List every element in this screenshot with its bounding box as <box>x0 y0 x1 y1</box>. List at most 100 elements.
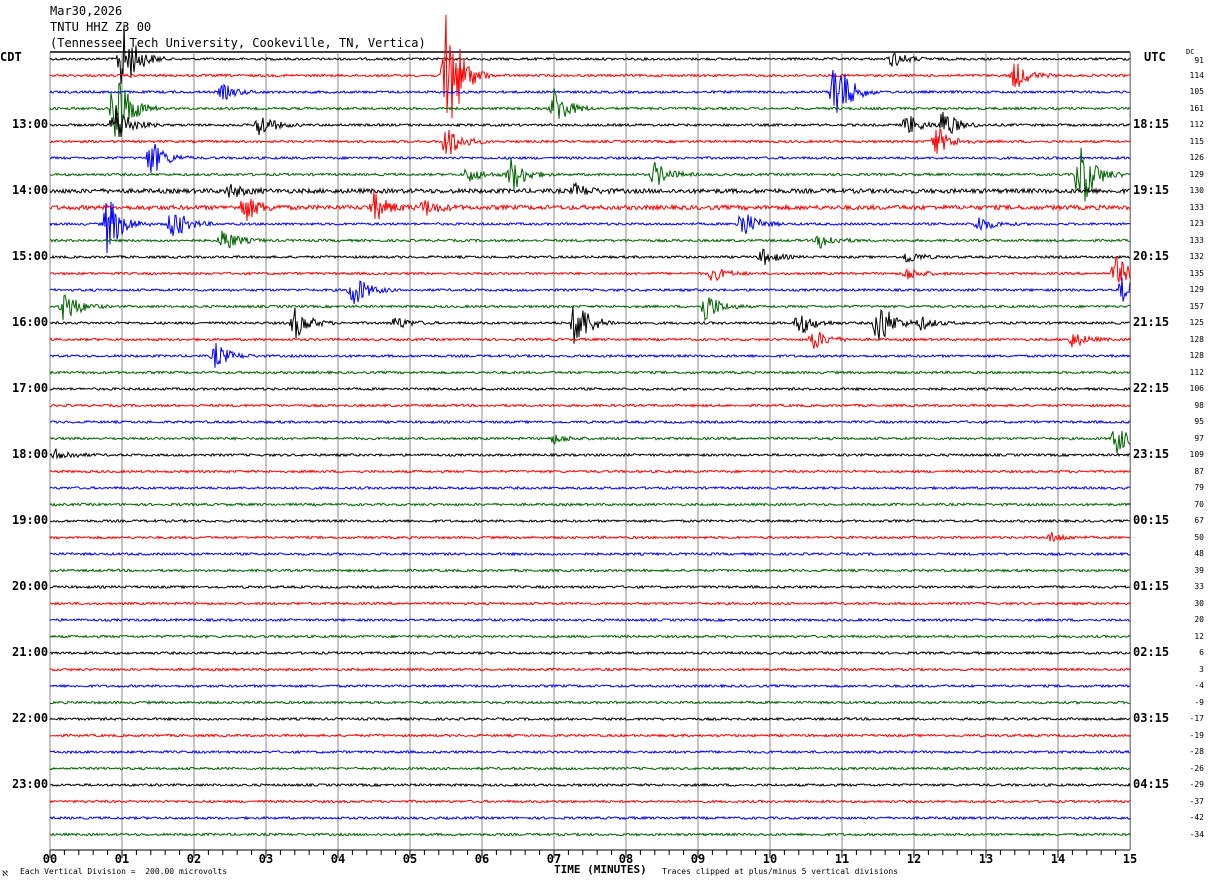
utc-hour-label: 19:15 <box>1133 183 1170 197</box>
dc-offset-value: 133 <box>1189 235 1204 245</box>
dc-offset-value: 123 <box>1189 219 1204 228</box>
dc-offset-value: -9 <box>1194 697 1204 707</box>
cdt-hour-label: 13:00 <box>12 117 49 131</box>
trace-row-22 <box>49 419 1131 425</box>
trace-row-38 <box>49 683 1131 689</box>
dc-offset-value: -29 <box>1189 780 1204 789</box>
corner-mark: ℵ <box>2 869 8 878</box>
dc-offset-value: -37 <box>1189 796 1204 806</box>
dc-offset-value: 129 <box>1189 169 1204 179</box>
helicorder-plot: 00 01 02 03 04 05 06 07 08 09 10 11 12 13 14 15 <box>43 14 1137 866</box>
dc-offset-value: 95 <box>1194 417 1204 426</box>
x-tick-label: 10 <box>763 852 777 866</box>
trace-row-34 <box>49 617 1131 623</box>
dc-offset-value: 112 <box>1189 367 1204 377</box>
dc-offset-value: -34 <box>1189 829 1204 839</box>
scale-note: Each Vertical Division = 200.00 microvol… <box>20 867 228 876</box>
utc-hour-label: 20:15 <box>1133 249 1170 263</box>
dc-offset-value: 3 <box>1199 664 1204 674</box>
x-tick-label: 11 <box>835 852 849 866</box>
dc-offset-value: 161 <box>1189 103 1204 113</box>
cdt-hour-label: 14:00 <box>12 183 49 197</box>
dc-offset-value: -42 <box>1189 813 1204 822</box>
trace-row-7 <box>49 147 1131 202</box>
x-tick-label: 00 <box>43 852 57 866</box>
dc-offset-value: 30 <box>1194 598 1204 608</box>
cdt-hour-label: 16:00 <box>12 315 49 329</box>
trace-row-37 <box>49 667 1131 672</box>
dc-offset-value: -17 <box>1189 714 1204 723</box>
dc-offset-value: 109 <box>1189 450 1204 459</box>
dc-offset-value: 33 <box>1194 582 1204 591</box>
x-tick-label: 03 <box>259 852 273 866</box>
dc-offset-value: 70 <box>1194 499 1204 509</box>
cdt-hour-label: 20:00 <box>12 579 49 593</box>
dc-offset-value: 126 <box>1189 153 1204 162</box>
dc-offset-value: -19 <box>1189 730 1204 740</box>
dc-offset-value: 130 <box>1189 186 1204 195</box>
trace-row-40 <box>49 716 1131 722</box>
trace-row-13 <box>49 256 1131 283</box>
dc-offset-value: 87 <box>1194 466 1204 476</box>
utc-hour-label: 02:15 <box>1133 645 1170 659</box>
trace-row-19 <box>49 370 1131 375</box>
trace-row-32 <box>49 584 1131 590</box>
dc-offset-value: 135 <box>1189 268 1204 278</box>
utc-hour-label: 04:15 <box>1133 777 1170 791</box>
trace-row-47 <box>49 832 1131 837</box>
x-tick-label: 15 <box>1123 852 1137 866</box>
x-tick-label: 01 <box>115 852 129 866</box>
trace-row-20 <box>49 386 1131 392</box>
trace-row-27 <box>49 502 1131 507</box>
cdt-hour-label: 19:00 <box>12 513 49 527</box>
dc-offset-value: 114 <box>1189 70 1204 80</box>
x-tick-label: 14 <box>1051 852 1065 866</box>
dc-offset-value: 132 <box>1189 252 1204 261</box>
trace-row-4 <box>49 105 1131 137</box>
trace-row-44 <box>49 782 1131 788</box>
utc-hour-label: 03:15 <box>1133 711 1170 725</box>
cdt-hour-label: 17:00 <box>12 381 49 395</box>
dc-offset-value: 133 <box>1189 202 1204 212</box>
cdt-hour-label: 21:00 <box>12 645 49 659</box>
utc-hour-label: 00:15 <box>1133 513 1170 527</box>
x-tick-label: 04 <box>331 852 345 866</box>
x-tick-label: 02 <box>187 852 201 866</box>
trace-row-46 <box>49 815 1131 821</box>
trace-row-18 <box>49 342 1131 368</box>
trace-row-24 <box>49 448 1131 460</box>
dc-offset-value: -26 <box>1189 763 1204 773</box>
dc-offset-value: 98 <box>1194 400 1204 410</box>
trace-row-28 <box>49 518 1131 524</box>
trace-row-12 <box>50 248 1131 265</box>
clip-note: Traces clipped at plus/minus 5 vertical … <box>662 867 899 876</box>
trace-row-36 <box>49 650 1131 656</box>
dc-offset-value: 50 <box>1194 532 1204 542</box>
x-tick-label: 13 <box>979 852 993 866</box>
cdt-hour-label: 18:00 <box>12 447 49 461</box>
x-tick-label: 05 <box>403 852 417 866</box>
dc-offset-value: 129 <box>1189 285 1204 294</box>
dc-offset-value: 48 <box>1194 549 1204 558</box>
dc-offset-value: -28 <box>1189 747 1204 756</box>
trace-row-30 <box>49 551 1130 557</box>
utc-hour-label: 22:15 <box>1133 381 1170 395</box>
trace-row-11 <box>49 230 1131 249</box>
trace-row-31 <box>49 568 1131 573</box>
dc-offset-value: 12 <box>1194 631 1204 641</box>
trace-row-15 <box>49 294 1131 322</box>
trace-row-45 <box>49 799 1131 804</box>
trace-row-39 <box>49 700 1131 705</box>
trace-row-26 <box>49 485 1131 491</box>
dc-offset-value: 125 <box>1189 318 1204 327</box>
trace-row-42 <box>49 749 1131 755</box>
cdt-hour-label: 23:00 <box>12 777 49 791</box>
x-axis-title: TIME (MINUTES) <box>554 863 647 876</box>
utc-hour-label: 23:15 <box>1133 447 1170 461</box>
x-tick-label: 06 <box>475 852 489 866</box>
trace-row-21 <box>49 403 1131 408</box>
utc-hour-label: 18:15 <box>1133 117 1170 131</box>
trace-row-9 <box>49 190 1131 222</box>
trace-row-6 <box>49 143 1131 173</box>
dc-offset-value: 106 <box>1189 384 1204 393</box>
